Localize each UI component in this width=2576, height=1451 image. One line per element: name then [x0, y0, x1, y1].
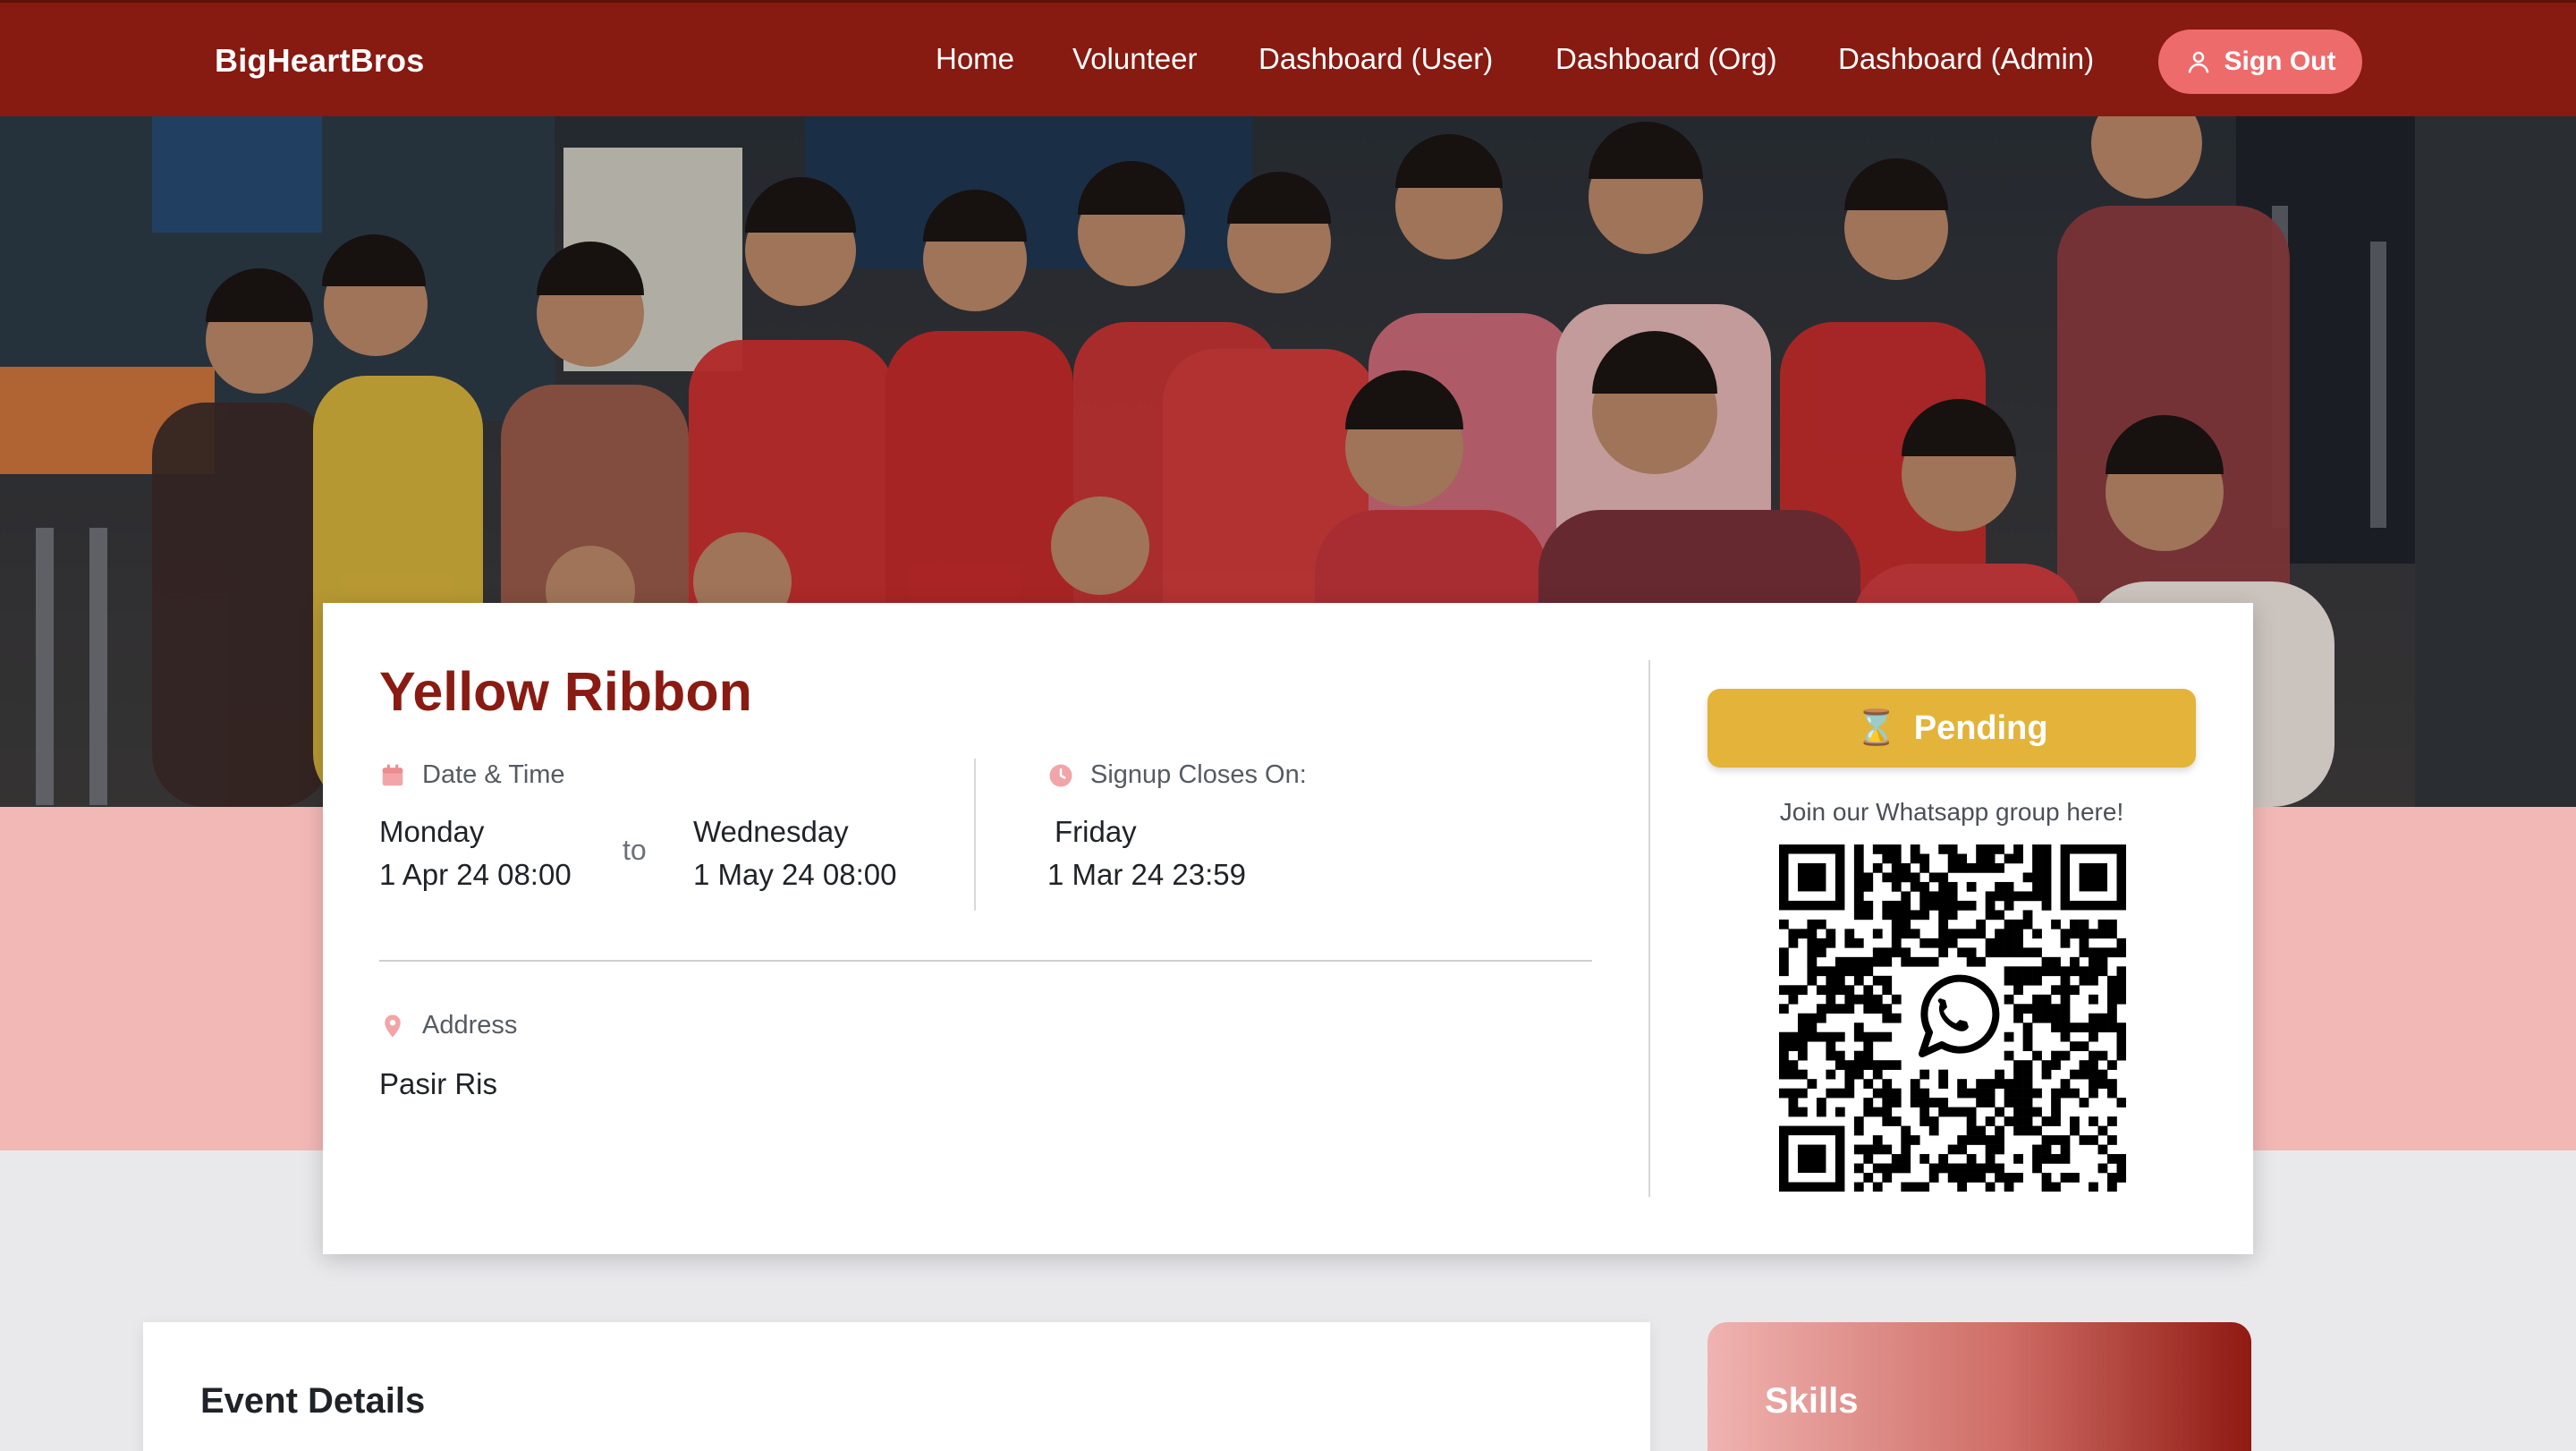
clock-icon [1049, 764, 1072, 786]
nav-home[interactable]: Home [936, 42, 1014, 76]
event-details-card: Event Details [143, 1322, 1650, 1451]
address-label: Address [422, 1011, 518, 1039]
event-details-heading: Event Details [200, 1381, 426, 1421]
signup-datetime: 1 Mar 24 23:59 [1047, 858, 1246, 891]
event-title: Yellow Ribbon [379, 661, 752, 722]
nav-dashboard-user[interactable]: Dashboard (User) [1258, 42, 1493, 76]
hourglass-icon: ⌛ [1855, 709, 1898, 747]
date-time-label-row: Date & Time [379, 760, 565, 790]
address-value: Pasir Ris [379, 1067, 498, 1100]
date-time-label: Date & Time [422, 760, 565, 789]
pending-status-button[interactable]: ⌛ Pending [1707, 689, 2196, 768]
divider-vertical [974, 759, 976, 911]
qr-code-icon [1779, 844, 2127, 1192]
nav-dashboard-admin[interactable]: Dashboard (Admin) [1838, 42, 2094, 76]
top-navbar: BigHeartBros Home Volunteer Dashboard (U… [0, 0, 2576, 116]
calendar-icon [382, 764, 403, 785]
location-pin-icon [385, 1014, 401, 1037]
skills-heading: Skills [1765, 1381, 1859, 1421]
user-icon [2188, 51, 2208, 73]
end-datetime: 1 May 24 08:00 [693, 858, 897, 891]
sign-out-button[interactable]: Sign Out [2158, 30, 2362, 94]
end-day: Wednesday [693, 815, 849, 848]
sign-out-label: Sign Out [2224, 47, 2336, 76]
event-summary-card: Yellow Ribbon Date & Time Monday 1 Apr 2… [323, 603, 2253, 1254]
card-divider [1648, 660, 1650, 1197]
nav-volunteer[interactable]: Volunteer [1072, 42, 1197, 76]
signup-day: Friday [1055, 815, 1137, 848]
start-day: Monday [379, 815, 485, 848]
pending-label: Pending [1913, 709, 2048, 747]
whatsapp-prompt: Join our Whatsapp group here! [1779, 798, 2124, 826]
brand-logo[interactable]: BigHeartBros [215, 42, 424, 80]
divider-horizontal [379, 960, 1592, 962]
nav-dashboard-org[interactable]: Dashboard (Org) [1555, 42, 1777, 76]
whatsapp-qr-code[interactable] [1779, 844, 2127, 1192]
skills-card: Skills [1707, 1322, 2251, 1451]
signup-label-row: Signup Closes On: [1047, 760, 1307, 790]
address-label-row: Address [379, 1011, 517, 1040]
to-separator: to [623, 834, 647, 866]
start-datetime: 1 Apr 24 08:00 [379, 858, 572, 891]
signup-closes-label: Signup Closes On: [1090, 760, 1307, 789]
